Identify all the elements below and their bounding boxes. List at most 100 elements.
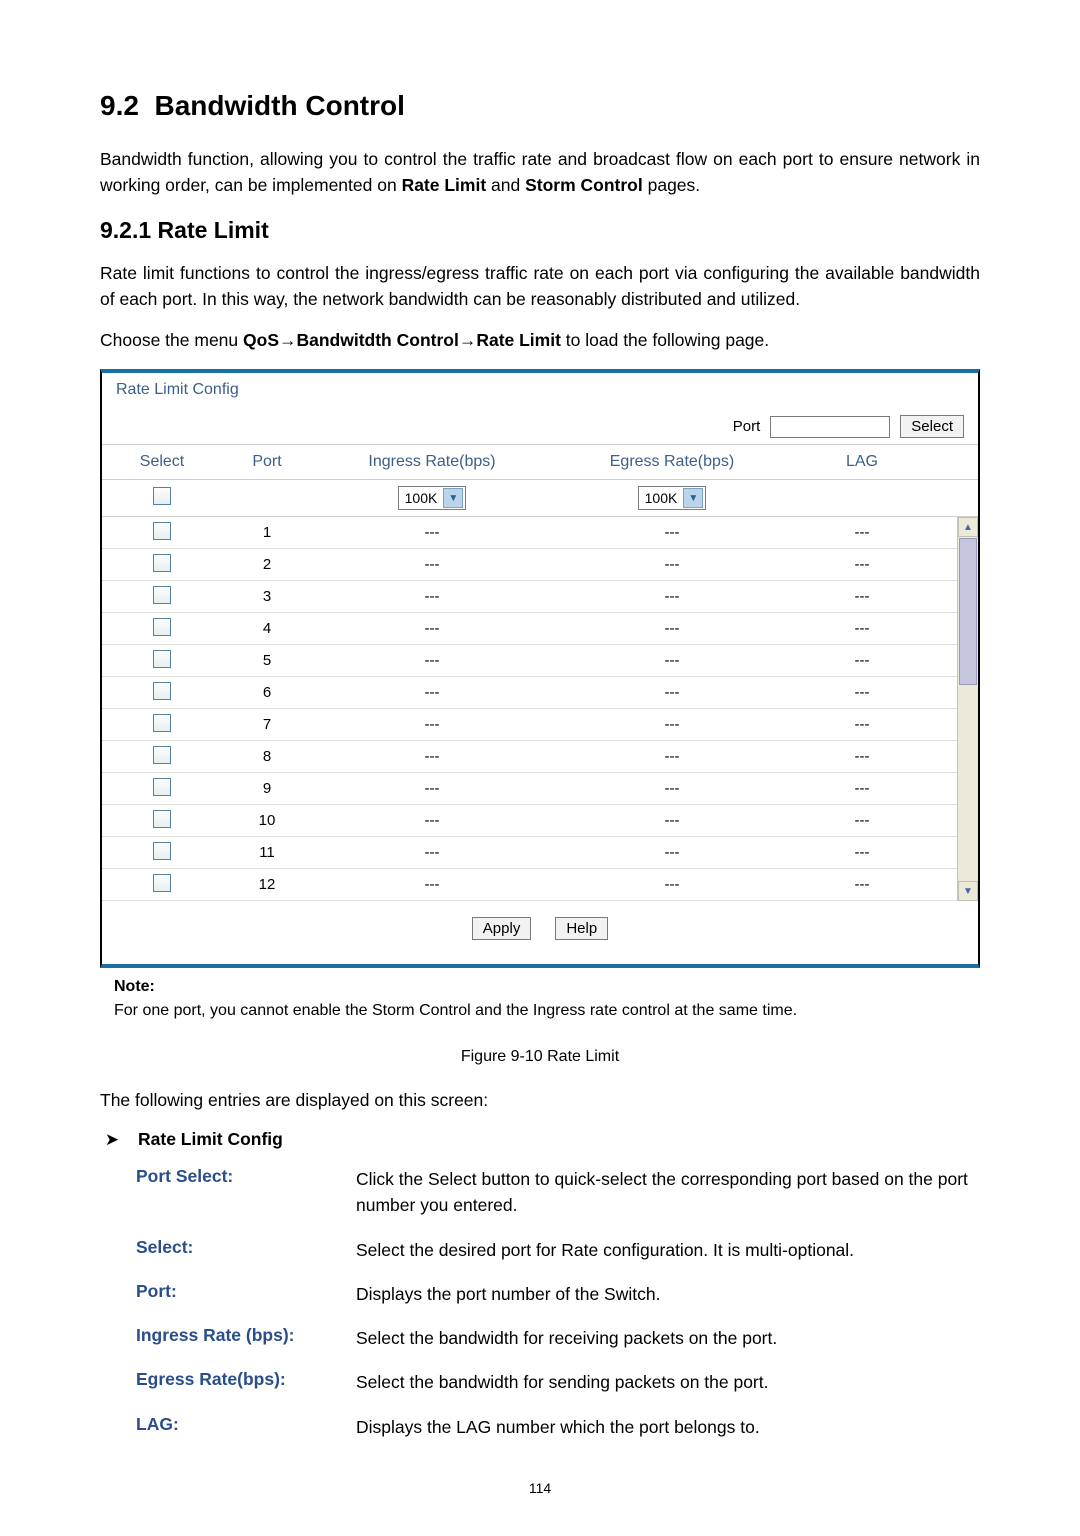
section-number: 9.2 [100, 90, 139, 121]
help-button[interactable]: Help [555, 917, 608, 940]
apply-button[interactable]: Apply [472, 917, 532, 940]
cell-port: 4 [222, 620, 312, 637]
header-port: Port [222, 453, 312, 471]
cell-lag: --- [792, 844, 932, 861]
definition-term: Ingress Rate (bps): [136, 1325, 356, 1351]
cell-lag: --- [792, 812, 932, 829]
header-lag: LAG [792, 453, 932, 471]
row-checkbox[interactable] [153, 554, 171, 572]
entries-intro: The following entries are displayed on t… [100, 1090, 980, 1111]
cell-port: 3 [222, 588, 312, 605]
cell-port: 10 [222, 812, 312, 829]
cell-egress: --- [552, 588, 792, 605]
definition-row: Select:Select the desired port for Rate … [136, 1237, 980, 1263]
definition-term: Port Select: [136, 1166, 356, 1219]
cell-egress: --- [552, 620, 792, 637]
definition-row: LAG:Displays the LAG number which the po… [136, 1414, 980, 1440]
scroll-up-icon[interactable]: ▲ [958, 517, 978, 537]
cell-ingress: --- [312, 556, 552, 573]
row-checkbox[interactable] [153, 586, 171, 604]
definition-desc: Displays the LAG number which the port b… [356, 1414, 980, 1440]
filter-row: 100K ▼ 100K ▼ [102, 480, 978, 517]
rate-limit-panel: Rate Limit Config Port Select Select Por… [100, 369, 980, 968]
cell-lag: --- [792, 652, 932, 669]
header-select: Select [102, 453, 222, 471]
table-header: Select Port Ingress Rate(bps) Egress Rat… [102, 445, 978, 480]
ingress-rate-value: 100K [405, 490, 438, 506]
bullet-item: ➤ Rate Limit Config [100, 1129, 980, 1150]
row-checkbox[interactable] [153, 522, 171, 540]
definition-term: Egress Rate(bps): [136, 1369, 356, 1395]
cell-egress: --- [552, 844, 792, 861]
section-title-text: Bandwidth Control [155, 90, 405, 121]
cell-egress: --- [552, 748, 792, 765]
cell-egress: --- [552, 716, 792, 733]
table-row: 6--------- [102, 677, 957, 709]
row-checkbox[interactable] [153, 618, 171, 636]
table-row: 12--------- [102, 869, 957, 901]
cell-lag: --- [792, 588, 932, 605]
cell-ingress: --- [312, 780, 552, 797]
port-input[interactable] [770, 416, 890, 438]
panel-title: Rate Limit Config [102, 373, 978, 409]
row-checkbox[interactable] [153, 682, 171, 700]
definition-list: Port Select:Click the Select button to q… [136, 1166, 980, 1440]
ingress-rate-select[interactable]: 100K ▼ [398, 486, 467, 510]
definition-term: Select: [136, 1237, 356, 1263]
section-heading: 9.2 Bandwidth Control [100, 90, 980, 122]
table-row: 8--------- [102, 741, 957, 773]
egress-rate-select[interactable]: 100K ▼ [638, 486, 707, 510]
cell-egress: --- [552, 876, 792, 893]
cell-ingress: --- [312, 844, 552, 861]
table-row: 3--------- [102, 581, 957, 613]
scrollbar[interactable]: ▲ ▼ [957, 517, 978, 901]
scroll-thumb[interactable] [959, 538, 977, 685]
definition-term: Port: [136, 1281, 356, 1307]
row-checkbox[interactable] [153, 874, 171, 892]
definition-row: Port Select:Click the Select button to q… [136, 1166, 980, 1219]
subsection-title-text: Rate Limit [158, 217, 269, 243]
figure-caption: Figure 9-10 Rate Limit [100, 1048, 980, 1066]
egress-rate-value: 100K [645, 490, 678, 506]
subsection-number: 9.2.1 [100, 217, 151, 243]
row-checkbox[interactable] [153, 714, 171, 732]
definition-row: Egress Rate(bps):Select the bandwidth fo… [136, 1369, 980, 1395]
cell-egress: --- [552, 812, 792, 829]
cell-port: 11 [222, 844, 312, 861]
cell-lag: --- [792, 716, 932, 733]
definition-desc: Click the Select button to quick-select … [356, 1166, 980, 1219]
select-all-checkbox[interactable] [153, 487, 171, 505]
header-ingress: Ingress Rate(bps) [312, 453, 552, 471]
cell-port: 1 [222, 524, 312, 541]
cell-ingress: --- [312, 524, 552, 541]
row-checkbox[interactable] [153, 746, 171, 764]
cell-lag: --- [792, 524, 932, 541]
definition-row: Ingress Rate (bps):Select the bandwidth … [136, 1325, 980, 1351]
port-select-row: Port Select [102, 409, 978, 445]
header-egress: Egress Rate(bps) [552, 453, 792, 471]
note-block: Note: For one port, you cannot enable th… [100, 978, 980, 1020]
row-checkbox[interactable] [153, 650, 171, 668]
row-checkbox[interactable] [153, 778, 171, 796]
note-text: For one port, you cannot enable the Stor… [114, 1002, 980, 1020]
cell-egress: --- [552, 780, 792, 797]
intro-paragraph: Bandwidth function, allowing you to cont… [100, 146, 980, 199]
table-rows: 1---------2---------3---------4---------… [102, 517, 957, 901]
definition-desc: Select the desired port for Rate configu… [356, 1237, 980, 1263]
row-checkbox[interactable] [153, 842, 171, 860]
cell-port: 6 [222, 684, 312, 701]
definition-term: LAG: [136, 1414, 356, 1440]
table-row: 11--------- [102, 837, 957, 869]
table-row: 4--------- [102, 613, 957, 645]
cell-lag: --- [792, 876, 932, 893]
cell-ingress: --- [312, 652, 552, 669]
table-row: 9--------- [102, 773, 957, 805]
cell-ingress: --- [312, 684, 552, 701]
port-label: Port [733, 418, 761, 435]
subsection-paragraph: Rate limit functions to control the ingr… [100, 260, 980, 313]
scroll-down-icon[interactable]: ▼ [958, 881, 978, 901]
definition-desc: Select the bandwidth for sending packets… [356, 1369, 980, 1395]
definition-desc: Displays the port number of the Switch. [356, 1281, 980, 1307]
row-checkbox[interactable] [153, 810, 171, 828]
select-button[interactable]: Select [900, 415, 964, 438]
